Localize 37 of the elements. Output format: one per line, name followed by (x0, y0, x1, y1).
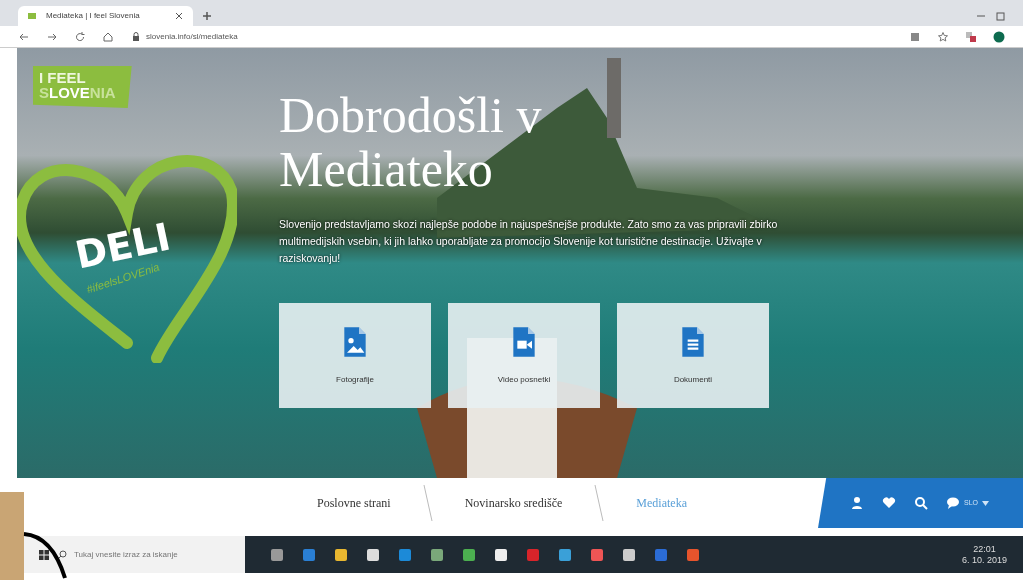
close-icon[interactable] (173, 10, 185, 22)
app-icon[interactable] (333, 546, 349, 563)
nav-divider (594, 483, 605, 523)
search-icon[interactable] (914, 496, 928, 510)
nav-link[interactable]: Novinarsko središče (432, 494, 595, 512)
browser-tab[interactable]: Mediateka | I feel Slovenia (18, 6, 193, 26)
extension-icon[interactable] (965, 30, 977, 43)
restore-icon[interactable] (995, 10, 1007, 22)
app-icon[interactable] (557, 546, 573, 563)
caret-icon[interactable] (982, 500, 989, 506)
app-icon[interactable] (429, 546, 445, 563)
chat-icon[interactable] (946, 496, 960, 510)
address-field[interactable]: slovenia.info/sl/mediateka (146, 30, 238, 43)
app-icon[interactable] (269, 546, 285, 563)
app-icon[interactable] (493, 546, 509, 563)
lock-icon (130, 30, 142, 43)
nav-divider (422, 483, 433, 523)
profile-icon[interactable] (993, 30, 1005, 43)
clock[interactable]: 22:01 6. 10. 2019 (961, 543, 1007, 566)
new-tab-icon[interactable] (201, 10, 213, 22)
star-icon[interactable] (937, 30, 949, 43)
user-icon[interactable] (850, 496, 864, 510)
media-tile[interactable]: Fotografije (279, 303, 431, 409)
media-tile[interactable]: Video posnetki (448, 303, 600, 409)
reload-icon[interactable] (74, 30, 86, 43)
windows-start-icon[interactable] (38, 548, 50, 561)
app-icon[interactable] (461, 546, 477, 563)
home-icon[interactable] (102, 30, 114, 43)
app-icon[interactable] (365, 546, 381, 563)
intro-text: Slovenijo predstavljamo skozi najlepše podobe in najuspešnejše produkte. Zato smo za vas pripravili zbirko multimedijskih vsebin, ki jih lahko uporabljate za promocijo Slovenije kot turistične destinacije. Uživajte v raziskovanju! (279, 217, 779, 266)
app-icon[interactable] (621, 546, 637, 563)
translate-icon[interactable] (909, 30, 921, 43)
page-icon (26, 10, 38, 22)
media-tile[interactable]: Dokumenti (617, 303, 769, 409)
heart-icon[interactable] (882, 496, 896, 510)
nav-link[interactable]: Poslovne strani (285, 494, 423, 512)
search-icon (56, 548, 68, 561)
